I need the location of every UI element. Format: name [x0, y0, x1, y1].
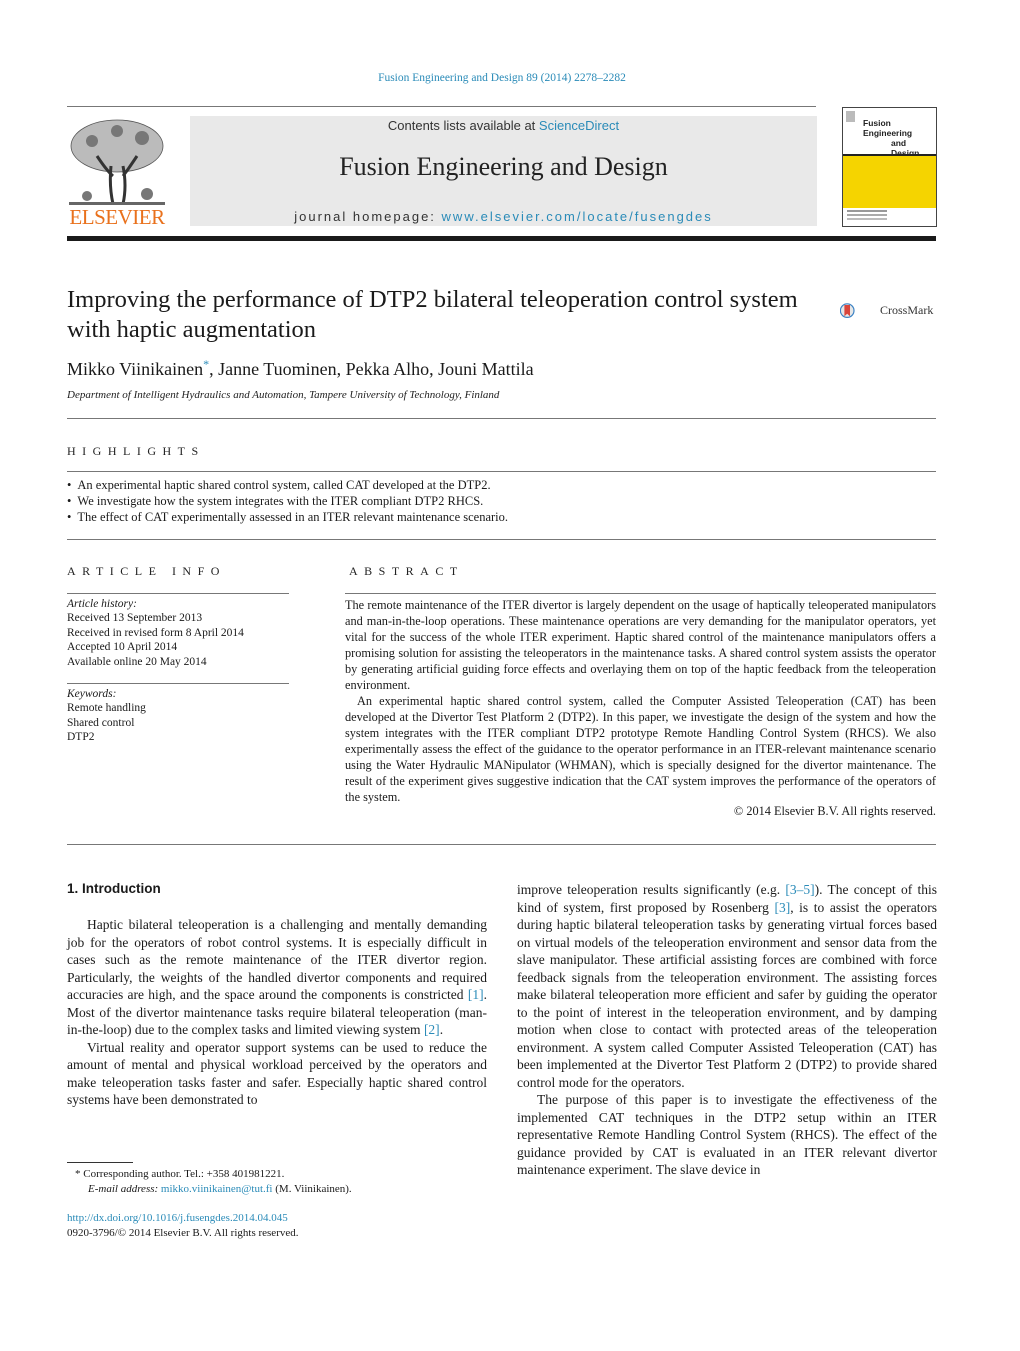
- divider: [67, 593, 289, 594]
- history-item: Received in revised form 8 April 2014: [67, 626, 244, 639]
- keyword: Shared control: [67, 716, 135, 729]
- cover-title: Fusion Engineering and Design: [863, 118, 936, 158]
- highlight-item: An experimental haptic shared control sy…: [67, 477, 508, 493]
- abstract-paragraph: An experimental haptic shared control sy…: [345, 694, 936, 804]
- highlight-item: The effect of CAT experimentally assesse…: [67, 509, 508, 525]
- history-item: Received 13 September 2013: [67, 612, 203, 625]
- citation-link[interactable]: [3]: [774, 900, 790, 915]
- text-run: , is to assist the operators during hapt…: [517, 899, 938, 1090]
- body-paragraph: Virtual reality and operator support sys…: [67, 1039, 487, 1108]
- article-info-heading: ARTICLE INFO: [67, 564, 226, 578]
- highlights-heading: HIGHLIGHTS: [67, 444, 205, 458]
- author-name: Mikko Viinikainen: [67, 359, 204, 379]
- doi-link[interactable]: http://dx.doi.org/10.1016/j.fusengdes.20…: [67, 1212, 288, 1224]
- citation-link[interactable]: [1]: [468, 987, 484, 1002]
- keywords: Keywords: Remote handling Shared control…: [67, 687, 146, 745]
- keyword: DTP2: [67, 731, 95, 744]
- text-run: .: [439, 1022, 444, 1037]
- footnote-divider: [67, 1162, 133, 1163]
- author-name: Pekka Alho: [345, 359, 430, 379]
- citation-link[interactable]: [2]: [424, 1022, 440, 1037]
- author-list: Mikko Viinikainen*, Janne Tuominen, Pekk…: [67, 357, 534, 380]
- homepage-line: journal homepage: www.elsevier.com/locat…: [190, 209, 817, 224]
- doi-block: http://dx.doi.org/10.1016/j.fusengdes.20…: [67, 1211, 299, 1240]
- keywords-label: Keywords:: [67, 688, 117, 700]
- affiliation: Department of Intelligent Hydraulics and…: [67, 389, 500, 401]
- article-title: Improving the performance of DTP2 bilate…: [67, 286, 798, 343]
- footnote-text: Corresponding author. Tel.: +358 4019812…: [80, 1168, 285, 1180]
- history-label: Article history:: [67, 598, 137, 610]
- elsevier-logo-text: ELSEVIER: [69, 205, 165, 229]
- journal-reference[interactable]: Fusion Engineering and Design 89 (2014) …: [0, 72, 1004, 84]
- crossmark-label[interactable]: CrossMark: [880, 303, 933, 318]
- cover-yellow-band: [843, 154, 936, 208]
- article-history: Article history: Received 13 September 2…: [67, 597, 244, 669]
- contents-line: Contents lists available at ScienceDirec…: [190, 118, 817, 133]
- body-column-right: improve teleoperation results significan…: [517, 881, 937, 1179]
- abstract-copyright: © 2014 Elsevier B.V. All rights reserved…: [733, 804, 936, 818]
- contents-prefix: Contents lists available at: [387, 118, 539, 133]
- body-paragraph: improve teleoperation results significan…: [517, 881, 937, 1091]
- author-separator: ,: [336, 359, 346, 379]
- section-heading-introduction: 1. Introduction: [67, 881, 161, 896]
- author-separator: ,: [429, 359, 439, 379]
- homepage-link[interactable]: www.elsevier.com/locate/fusengdes: [442, 209, 713, 224]
- rights-line: 0920-3796/© 2014 Elsevier B.V. All right…: [67, 1226, 299, 1239]
- header-thick-divider: [67, 236, 936, 241]
- history-item: Available online 20 May 2014: [67, 655, 207, 668]
- highlight-item: We investigate how the system integrates…: [67, 493, 508, 509]
- divider: [67, 418, 936, 419]
- email-suffix: (M. Viinikainen).: [272, 1182, 352, 1195]
- divider: [67, 471, 936, 472]
- divider: [67, 844, 936, 845]
- sciencedirect-link[interactable]: ScienceDirect: [539, 118, 619, 133]
- author-name: Jouni Mattila: [438, 359, 534, 379]
- cover-footer: [847, 210, 887, 212]
- journal-name: Fusion Engineering and Design: [339, 152, 668, 181]
- body-paragraph: The purpose of this paper is to investig…: [517, 1092, 937, 1177]
- journal-cover-thumbnail[interactable]: Fusion Engineering and Design: [842, 107, 937, 227]
- divider: [67, 539, 936, 540]
- footnote: * Corresponding author. Tel.: +358 40198…: [75, 1167, 352, 1196]
- cover-logo-icon: [846, 111, 855, 122]
- text-run: improve teleoperation results significan…: [517, 882, 786, 897]
- body-paragraph: Haptic bilateral teleoperation is a chal…: [67, 916, 487, 1039]
- abstract-paragraph: The remote maintenance of the ITER diver…: [345, 598, 936, 692]
- homepage-prefix: journal homepage:: [294, 209, 442, 224]
- author-name: Janne Tuominen: [218, 359, 337, 379]
- crossmark-icon[interactable]: [840, 291, 880, 331]
- text-run: Haptic bilateral teleoperation is a chal…: [67, 917, 487, 1002]
- abstract-body: The remote maintenance of the ITER diver…: [345, 597, 936, 805]
- divider: [67, 106, 816, 107]
- cover-title-line1: Fusion Engineering: [863, 118, 913, 138]
- email-link[interactable]: mikko.viinikainen@tut.fi: [161, 1183, 273, 1195]
- body-column-left: Haptic bilateral teleoperation is a chal…: [67, 916, 487, 1109]
- abstract-heading: ABSTRACT: [349, 564, 464, 578]
- highlights-list: An experimental haptic shared control sy…: [67, 477, 508, 525]
- citation-link[interactable]: [3–5]: [785, 882, 814, 897]
- divider: [67, 683, 289, 684]
- keyword: Remote handling: [67, 702, 146, 715]
- author-separator: ,: [209, 359, 219, 379]
- history-item: Accepted 10 April 2014: [67, 641, 178, 654]
- divider: [345, 593, 936, 594]
- email-label: E-mail address:: [88, 1182, 161, 1195]
